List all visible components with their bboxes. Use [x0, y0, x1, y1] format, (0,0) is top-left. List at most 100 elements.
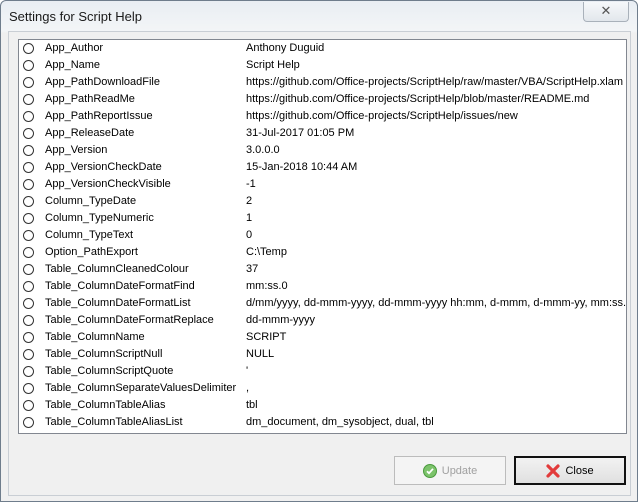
- setting-row[interactable]: App_VersionCheckVisible -1: [19, 176, 626, 193]
- setting-name: App_PathReportIssue: [45, 110, 153, 122]
- setting-value: 37: [246, 263, 259, 275]
- setting-name: App_ReleaseDate: [45, 127, 135, 139]
- setting-name: App_Author: [45, 42, 104, 54]
- setting-name: Column_TypeText: [45, 229, 134, 241]
- update-button[interactable]: Update: [394, 456, 506, 485]
- setting-row[interactable]: Column_TypeDate 2: [19, 193, 626, 210]
- setting-row[interactable]: Table_ColumnDateFormatFind mm:ss.0: [19, 278, 626, 295]
- setting-row[interactable]: App_VersionCheckDate 15-Jan-2018 10:44 AM: [19, 159, 626, 176]
- setting-row[interactable]: Table_ColumnName SCRIPT: [19, 329, 626, 346]
- setting-name: Column_TypeNumeric: [45, 212, 154, 224]
- radio-button[interactable]: [23, 111, 34, 122]
- setting-row[interactable]: Column_TypeText 0: [19, 227, 626, 244]
- setting-value: dm_document, dm_sysobject, dual, tbl: [246, 416, 434, 428]
- settings-window: Settings for Script Help ✕ App_Author Ant…: [0, 0, 638, 502]
- setting-value: 2: [246, 195, 253, 207]
- setting-name: App_PathDownloadFile: [45, 76, 160, 88]
- setting-value: NULL: [246, 348, 275, 360]
- setting-row[interactable]: Table_ColumnCleanedColour 37: [19, 261, 626, 278]
- setting-name: App_PathReadMe: [45, 93, 135, 105]
- radio-button[interactable]: [23, 77, 34, 88]
- setting-value: ': [246, 365, 249, 377]
- window-close-button[interactable]: ✕: [583, 2, 629, 22]
- setting-row[interactable]: App_PathReadMe https://github.com/Office-…: [19, 91, 626, 108]
- radio-button[interactable]: [23, 179, 34, 190]
- setting-value: https://github.com/Office-projects/Scrip…: [246, 110, 518, 122]
- radio-button[interactable]: [23, 128, 34, 139]
- radio-button[interactable]: [23, 349, 34, 360]
- radio-button[interactable]: [23, 417, 34, 428]
- setting-value: SCRIPT: [246, 331, 287, 343]
- setting-value: mm:ss.0: [246, 280, 288, 292]
- window-title: Settings for Script Help: [9, 9, 142, 24]
- radio-button[interactable]: [23, 298, 34, 309]
- radio-button[interactable]: [23, 43, 34, 54]
- update-label: Update: [441, 464, 478, 477]
- setting-value: 3.0.0.0: [246, 144, 280, 156]
- radio-button[interactable]: [23, 247, 34, 258]
- setting-name: Option_PathExport: [45, 246, 138, 258]
- setting-row[interactable]: Table_ColumnTableAliasList dm_document, d…: [19, 414, 626, 431]
- radio-button[interactable]: [23, 332, 34, 343]
- radio-button[interactable]: [23, 383, 34, 394]
- radio-button[interactable]: [23, 264, 34, 275]
- setting-name: Table_ColumnDateFormatReplace: [45, 314, 214, 326]
- setting-value: dd-mmm-yyyy: [246, 314, 316, 326]
- setting-value: tbl: [246, 399, 258, 411]
- setting-name: Table_ColumnSeparateValuesDelimiter: [45, 382, 237, 394]
- setting-name: App_Name: [45, 59, 101, 71]
- radio-button[interactable]: [23, 315, 34, 326]
- setting-value: 31-Jul-2017 01:05 PM: [246, 127, 355, 139]
- setting-value: 1: [246, 212, 253, 224]
- radio-button[interactable]: [23, 366, 34, 377]
- setting-name: App_VersionCheckDate: [45, 161, 162, 173]
- radio-button[interactable]: [23, 94, 34, 105]
- setting-name: Table_ColumnTableAlias: [45, 399, 166, 411]
- radio-button[interactable]: [23, 400, 34, 411]
- radio-button[interactable]: [23, 162, 34, 173]
- close-label: Close: [565, 464, 594, 477]
- setting-value: https://github.com/Office-projects/Scrip…: [246, 93, 590, 105]
- setting-value: 15-Jan-2018 10:44 AM: [246, 161, 358, 173]
- setting-row[interactable]: Table_ColumnScriptQuote ': [19, 363, 626, 380]
- setting-row[interactable]: App_PathDownloadFile https://github.com/O…: [19, 74, 626, 91]
- setting-value: Script Help: [246, 59, 300, 71]
- setting-row[interactable]: App_Author Anthony Duguid: [19, 40, 626, 57]
- radio-button[interactable]: [23, 213, 34, 224]
- setting-name: App_VersionCheckVisible: [45, 178, 171, 190]
- setting-name: Table_ColumnCleanedColour: [45, 263, 189, 275]
- setting-value: Anthony Duguid: [246, 42, 325, 54]
- setting-value: d/mm/yyyy, dd-mmm-yyyy, dd-mmm-yyyy hh:m…: [246, 297, 627, 309]
- setting-row[interactable]: App_Version 3.0.0.0: [19, 142, 626, 159]
- setting-name: Column_TypeDate: [45, 195, 137, 207]
- radio-button[interactable]: [23, 60, 34, 71]
- setting-name: Table_ColumnName: [45, 331, 145, 343]
- setting-value: https://github.com/Office-projects/Scrip…: [246, 76, 623, 88]
- setting-name: App_Version: [45, 144, 108, 156]
- settings-list[interactable]: App_Author Anthony Duguid App_Name Script H…: [18, 39, 627, 434]
- setting-name: Table_ColumnScriptQuote: [45, 365, 174, 377]
- setting-row[interactable]: Table_ColumnSeparateValuesDelimiter,: [19, 380, 626, 397]
- radio-button[interactable]: [23, 281, 34, 292]
- setting-row[interactable]: Table_ColumnTableAlias tbl: [19, 397, 626, 414]
- setting-value: -1: [246, 178, 256, 190]
- setting-row[interactable]: Option_PathExport C:\Temp: [19, 244, 626, 261]
- setting-row[interactable]: App_ReleaseDate 31-Jul-2017 01:05 PM: [19, 125, 626, 142]
- setting-row[interactable]: Table_ColumnScriptNull NULL: [19, 346, 626, 363]
- radio-button[interactable]: [23, 145, 34, 156]
- setting-row[interactable]: App_PathReportIssue https://github.com/Of…: [19, 108, 626, 125]
- setting-row[interactable]: Table_ColumnDateFormatReplace dd-mmm-yyyy: [19, 312, 626, 329]
- setting-row[interactable]: App_Name Script Help: [19, 57, 626, 74]
- setting-name: Table_ColumnTableAliasList: [45, 416, 183, 428]
- check-circle-icon: [422, 463, 437, 478]
- setting-name: Table_ColumnDateFormatFind: [45, 280, 195, 292]
- setting-value: C:\Temp: [246, 246, 287, 258]
- setting-value: ,: [246, 382, 250, 394]
- setting-name: Table_ColumnScriptNull: [45, 348, 163, 360]
- setting-value: 0: [246, 229, 253, 241]
- setting-row[interactable]: Column_TypeNumeric 1: [19, 210, 626, 227]
- radio-button[interactable]: [23, 230, 34, 241]
- close-button[interactable]: Close: [514, 456, 626, 485]
- setting-row[interactable]: Table_ColumnDateFormatList d/mm/yyyy, dd-…: [19, 295, 626, 312]
- radio-button[interactable]: [23, 196, 34, 207]
